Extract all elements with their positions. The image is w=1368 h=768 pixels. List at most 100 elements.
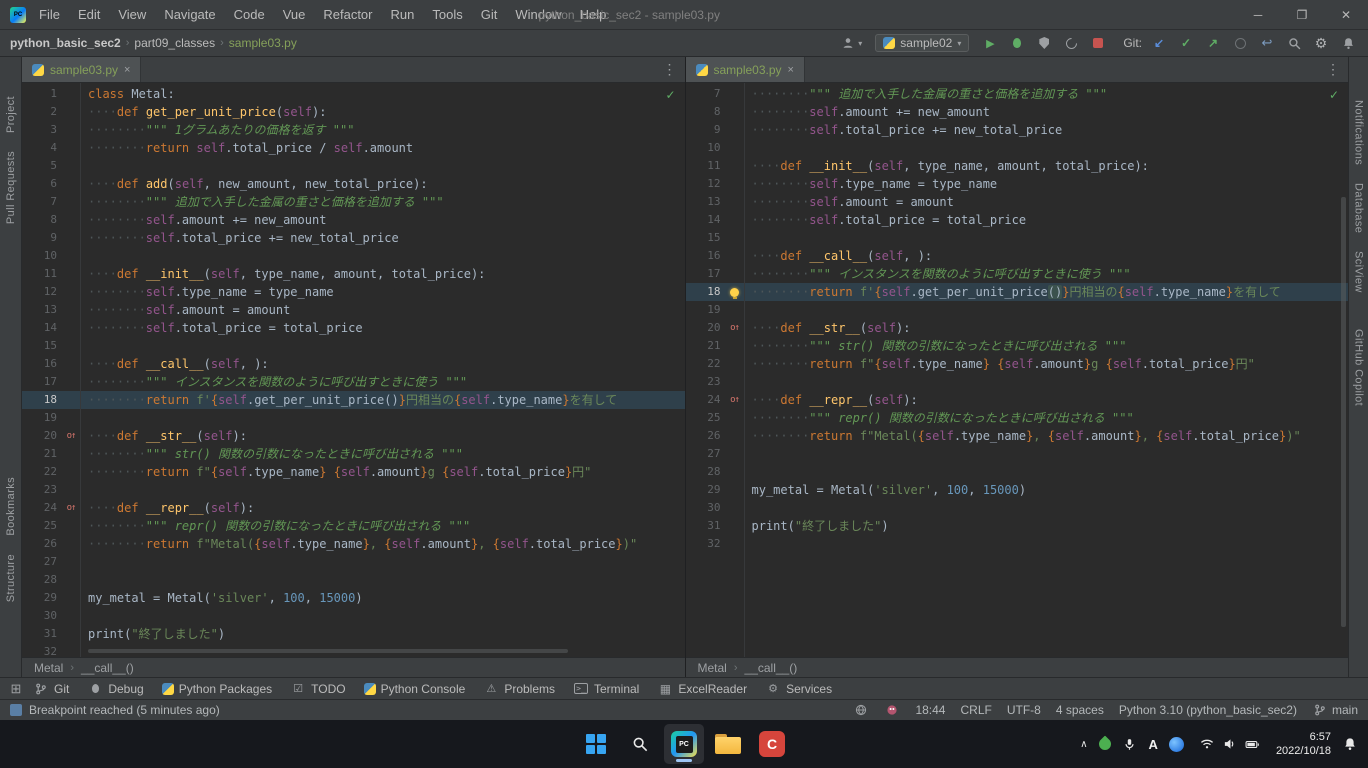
tool-window-switcher-icon[interactable]	[8, 681, 24, 697]
taskbar-clock[interactable]: 6:57 2022/10/18	[1276, 730, 1331, 758]
code-line-21[interactable]: 21········""" str() 関数の引数になったときに呼び出される "…	[686, 337, 1349, 355]
line-number[interactable]: 4	[22, 139, 62, 157]
line-number[interactable]: 26	[686, 427, 726, 445]
toolwindow-excelreader[interactable]: ExcelReader	[648, 681, 756, 697]
tab-close-icon[interactable]: ×	[124, 64, 130, 76]
menu-run[interactable]: Run	[382, 0, 424, 30]
override-method-icon[interactable]: o↑	[67, 499, 76, 517]
line-number[interactable]: 29	[686, 481, 726, 499]
line-number[interactable]: 2	[22, 103, 62, 121]
code-line-14[interactable]: 14········self.total_price = total_price	[686, 211, 1349, 229]
code-line-15[interactable]: 15	[686, 229, 1349, 247]
code-line-11[interactable]: 11····def __init__(self, type_name, amou…	[686, 157, 1349, 175]
vertical-scrollbar[interactable]	[1341, 197, 1346, 627]
line-number[interactable]: 28	[686, 463, 726, 481]
line-number[interactable]: 9	[686, 121, 726, 139]
status-python-3-10-python-basic-sec2-[interactable]: Python 3.10 (python_basic_sec2)	[1119, 703, 1297, 717]
code-line-6[interactable]: 6····def add(self, new_amount, new_total…	[22, 175, 685, 193]
line-number[interactable]: 1	[22, 85, 62, 103]
git-history-button[interactable]	[1230, 34, 1250, 52]
code-line-19[interactable]: 19	[686, 301, 1349, 319]
code-line-21[interactable]: 21········""" str() 関数の引数になったときに呼び出される "…	[22, 445, 685, 463]
crumb-method[interactable]: __call__()	[81, 661, 134, 675]
line-number[interactable]: 5	[22, 157, 62, 175]
stripe-github-copilot[interactable]: GitHub Copilot	[1353, 320, 1365, 415]
toolwindow-services[interactable]: Services	[756, 681, 841, 697]
line-number[interactable]: 21	[22, 445, 62, 463]
code-line-16[interactable]: 16····def __call__(self, ):	[22, 355, 685, 373]
line-number[interactable]: 9	[22, 229, 62, 247]
line-number[interactable]: 13	[686, 193, 726, 211]
menu-view[interactable]: View	[109, 0, 155, 30]
stripe-pull-requests[interactable]: Pull Requests	[5, 142, 17, 233]
menu-git[interactable]: Git	[472, 0, 507, 30]
code-line-27[interactable]: 27	[22, 553, 685, 571]
line-number[interactable]: 12	[22, 283, 62, 301]
code-line-8[interactable]: 8········self.amount += new_amount	[686, 103, 1349, 121]
code-line-26[interactable]: 26········return f"Metal({self.type_name…	[686, 427, 1349, 445]
code-line-17[interactable]: 17········""" インスタンスを関数のように呼び出すときに使う """	[686, 265, 1349, 283]
menu-code[interactable]: Code	[225, 0, 274, 30]
line-number[interactable]: 23	[22, 481, 62, 499]
line-number[interactable]: 23	[686, 373, 726, 391]
line-number[interactable]: 27	[22, 553, 62, 571]
line-number[interactable]: 32	[22, 643, 62, 657]
code-line-20[interactable]: 20o↑····def __str__(self):	[686, 319, 1349, 337]
line-number[interactable]: 16	[686, 247, 726, 265]
code-line-31[interactable]: 31print("終了しました")	[686, 517, 1349, 535]
code-line-20[interactable]: 20o↑····def __str__(self):	[22, 427, 685, 445]
inspection-ok-icon[interactable]: ✓	[665, 88, 675, 102]
code-line-25[interactable]: 25········""" repr() 関数の引数になったときに呼び出される …	[22, 517, 685, 535]
stripe-bookmarks[interactable]: Bookmarks	[5, 468, 17, 545]
line-number[interactable]: 30	[22, 607, 62, 625]
code-line-19[interactable]: 19	[22, 409, 685, 427]
line-number[interactable]: 10	[22, 247, 62, 265]
line-number[interactable]: 14	[686, 211, 726, 229]
code-line-25[interactable]: 25········""" repr() 関数の引数になったときに呼び出される …	[686, 409, 1349, 427]
stripe-sciview[interactable]: SciView	[1353, 242, 1365, 302]
maximize-button[interactable]: ❐	[1280, 0, 1324, 30]
line-number[interactable]: 25	[22, 517, 62, 535]
line-number[interactable]: 31	[22, 625, 62, 643]
code-line-28[interactable]: 28	[686, 463, 1349, 481]
microphone-icon[interactable]	[1122, 736, 1138, 752]
breadcrumb-item[interactable]: sample03.py	[229, 36, 297, 50]
crumb-method[interactable]: __call__()	[745, 661, 798, 675]
status-branch[interactable]: main	[1312, 702, 1358, 718]
code-line-30[interactable]: 30	[22, 607, 685, 625]
taskbar-pycharm-button[interactable]: PC	[664, 724, 704, 764]
line-number[interactable]: 11	[686, 157, 726, 175]
tab-close-icon[interactable]: ×	[788, 64, 794, 76]
line-number[interactable]: 16	[22, 355, 62, 373]
code-line-28[interactable]: 28	[22, 571, 685, 589]
menu-tools[interactable]: Tools	[423, 0, 471, 30]
run-button[interactable]	[980, 34, 1000, 52]
line-number[interactable]: 22	[22, 463, 62, 481]
git-update-button[interactable]	[1149, 34, 1169, 52]
minimize-button[interactable]: ─	[1236, 0, 1280, 30]
stripe-database[interactable]: Database	[1353, 174, 1365, 242]
code-line-31[interactable]: 31print("終了しました")	[22, 625, 685, 643]
code-line-32[interactable]: 32	[686, 535, 1349, 553]
line-number[interactable]: 19	[22, 409, 62, 427]
line-number[interactable]: 15	[686, 229, 726, 247]
horizontal-scrollbar[interactable]	[88, 649, 568, 653]
code-line-23[interactable]: 23	[686, 373, 1349, 391]
crumb-class[interactable]: Metal	[698, 661, 727, 675]
line-number[interactable]: 27	[686, 445, 726, 463]
line-number[interactable]: 6	[22, 175, 62, 193]
notification-bell-icon[interactable]	[1342, 736, 1358, 752]
line-number[interactable]: 25	[686, 409, 726, 427]
editor-body-right[interactable]: 7········""" 追加で入手した金属の重さと価格を追加する """8··…	[686, 83, 1349, 657]
code-line-14[interactable]: 14········self.total_price = total_price	[22, 319, 685, 337]
line-number[interactable]: 14	[22, 319, 62, 337]
code-line-24[interactable]: 24o↑····def __repr__(self):	[22, 499, 685, 517]
intention-bulb-icon[interactable]	[730, 288, 739, 297]
taskbar-search-button[interactable]	[620, 724, 660, 764]
stop-button[interactable]	[1088, 34, 1108, 52]
line-number[interactable]: 20	[686, 319, 726, 337]
line-number[interactable]: 12	[686, 175, 726, 193]
line-number[interactable]: 13	[22, 301, 62, 319]
code-line-9[interactable]: 9········self.total_price += new_total_p…	[686, 121, 1349, 139]
code-line-8[interactable]: 8········self.amount += new_amount	[22, 211, 685, 229]
